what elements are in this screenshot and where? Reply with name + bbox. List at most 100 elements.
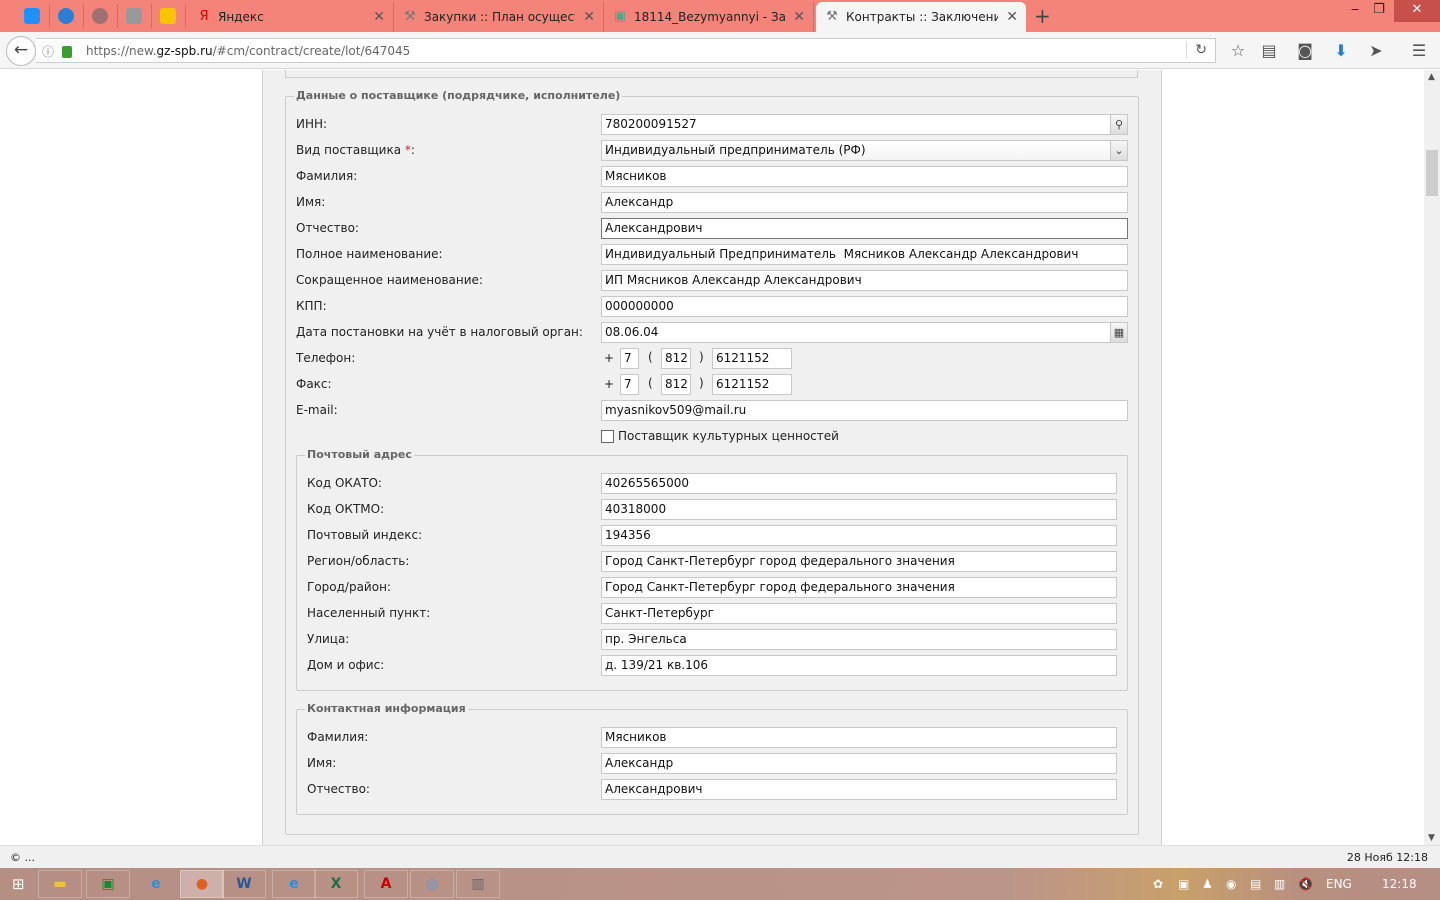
clock[interactable]: 12:18 — [1382, 877, 1417, 891]
postal-input[interactable]: 194356 — [601, 525, 1117, 546]
shortname-input[interactable]: ИП Мясников Александр Александрович — [601, 270, 1128, 291]
app-icon[interactable]: ◎ — [410, 870, 454, 898]
lastname-input[interactable]: Мясников — [601, 166, 1128, 187]
fax-code-input[interactable]: 812 — [661, 374, 691, 395]
download-icon[interactable]: ⬇ — [1330, 41, 1352, 60]
search-icon[interactable]: ⚲ — [1110, 115, 1127, 134]
send-icon[interactable]: ➤ — [1365, 41, 1387, 60]
menu-icon[interactable]: ☰ — [1408, 41, 1430, 60]
contact-legend: Контактная информация — [305, 702, 468, 715]
status-text: © ... — [10, 851, 35, 864]
tab-contracts[interactable]: ⚒ Контракты :: Заключени... ✕ — [816, 2, 1026, 32]
firstname-input[interactable]: Александр — [601, 192, 1128, 213]
firefox-icon[interactable]: ● — [180, 870, 224, 898]
phone-rparen: ) — [699, 350, 704, 364]
postal-input[interactable]: 40265565000 — [601, 473, 1117, 494]
patronymic-input[interactable]: Александрович — [601, 218, 1128, 239]
phone-number-input[interactable]: 6121152 — [712, 348, 792, 369]
ie-icon-2[interactable]: e — [272, 870, 316, 898]
postal-legend: Почтовый адрес — [305, 448, 414, 461]
close-tab-icon[interactable]: ✕ — [793, 9, 805, 25]
back-button[interactable]: ← — [6, 36, 36, 66]
fax-country-input[interactable]: 7 — [620, 374, 639, 395]
volume-muted-icon[interactable]: 🔇 — [1298, 877, 1313, 891]
scroll-down-icon[interactable]: ▼ — [1428, 833, 1435, 843]
phone-code-input[interactable]: 812 — [661, 348, 691, 369]
fax-number-input[interactable]: 6121152 — [712, 374, 792, 395]
cultural-checkbox[interactable] — [601, 430, 614, 443]
contact-label: Имя: — [307, 756, 337, 770]
pinned-tab-mail[interactable] — [14, 4, 50, 28]
kpp-label: КПП: — [296, 299, 327, 313]
pinned-tab-help[interactable] — [48, 4, 84, 28]
postal-input[interactable]: 40318000 — [601, 499, 1117, 520]
reading-list-icon[interactable]: ▤ — [1258, 41, 1280, 60]
close-tab-icon[interactable]: ✕ — [373, 9, 385, 25]
phone-lparen: ( — [648, 350, 653, 364]
url-text[interactable]: https://new.gz-spb.ru/#cm/contract/creat… — [86, 44, 410, 58]
tray-icon-2[interactable]: ▣ — [1178, 877, 1189, 891]
close-tab-icon[interactable]: ✕ — [1006, 9, 1018, 25]
envelope-icon — [159, 8, 176, 24]
kpp-input[interactable]: 000000000 — [601, 296, 1128, 317]
tray-icon-1[interactable]: ✿ — [1153, 877, 1163, 891]
tab-image[interactable]: ▣18114_Bezymyannyi - Зал...✕ — [604, 2, 814, 32]
cultural-label[interactable]: Поставщик культурных ценностей — [618, 426, 839, 447]
postal-label: Регион/область: — [307, 554, 410, 568]
chevron-down-icon[interactable]: ⌄ — [1110, 141, 1127, 160]
info-icon[interactable]: ⓘ — [42, 43, 54, 60]
postal-input[interactable]: Город Санкт-Петербург город федерального… — [601, 577, 1117, 598]
close-tab-icon[interactable]: ✕ — [583, 9, 595, 25]
reload-icon[interactable]: ↻ — [1186, 42, 1207, 58]
pinned-tab-yandex-mail[interactable] — [150, 4, 186, 28]
close-window-button[interactable]: ✕ — [1394, 0, 1440, 22]
scroll-up-icon[interactable]: ▲ — [1428, 72, 1435, 82]
contact-input[interactable]: Александрович — [601, 779, 1117, 800]
taskbar: ⊞ ▬ ▣ e ● W e X A ◎ ▥ ✿ ▣ ♟ ◉ ▤ ▥ 🔇 ENG … — [0, 868, 1440, 900]
hammer-icon: ⚒ — [404, 9, 416, 24]
postal-input[interactable]: пр. Энгельса — [601, 629, 1117, 650]
contact-input[interactable]: Мясников — [601, 727, 1117, 748]
postal-label: Улица: — [307, 632, 350, 646]
tray-icon-5[interactable]: ▤ — [1250, 877, 1261, 891]
spreadsheet-app-icon[interactable]: ▣ — [86, 870, 130, 898]
email-input[interactable]: myasnikov509@mail.ru — [601, 400, 1128, 421]
page-content: Данные о поставщике (подрядчике, исполни… — [0, 70, 1424, 845]
phone-country-input[interactable]: 7 — [620, 348, 639, 369]
network-icon[interactable]: ▥ — [1274, 877, 1285, 891]
calendar-icon[interactable]: ▦ — [1110, 323, 1127, 342]
language-indicator[interactable]: ENG — [1326, 877, 1352, 891]
explorer-icon[interactable]: ▬ — [38, 870, 82, 898]
phone-label: Телефон: — [296, 351, 356, 365]
pinned-tab-hammer[interactable] — [116, 4, 152, 28]
supplier-type-select[interactable]: Индивидуальный предприниматель (РФ) ⌄ — [601, 140, 1128, 161]
tray-icon-3[interactable]: ♟ — [1202, 877, 1213, 891]
windows-start-icon[interactable]: ⊞ — [12, 875, 25, 893]
acrobat-icon[interactable]: A — [364, 870, 408, 898]
pocket-icon[interactable]: ◙ — [1294, 41, 1316, 60]
postal-input[interactable]: Санкт-Петербург — [601, 603, 1117, 624]
address-bar[interactable]: ⓘ https://new.gz-spb.ru/#cm/contract/cre… — [36, 38, 1216, 63]
network-app-icon[interactable]: ▥ — [456, 870, 500, 898]
bookmark-star-icon[interactable]: ☆ — [1227, 41, 1249, 60]
status-bar: © ... 28 Нояб 12:18 — [0, 845, 1440, 868]
postal-label: Почтовый индекс: — [307, 528, 423, 542]
tab-yandex[interactable]: Я Яндекс ✕ — [188, 2, 394, 32]
postal-input[interactable]: д. 139/21 кв.106 — [601, 655, 1117, 676]
taxdate-input[interactable]: 08.06.04 ▦ — [601, 322, 1128, 343]
pinned-tab-globe[interactable] — [82, 4, 118, 28]
tray-icon-4[interactable]: ◉ — [1226, 877, 1236, 891]
ie-icon[interactable]: e — [134, 870, 178, 898]
scrollbar-thumb[interactable] — [1426, 150, 1438, 196]
inn-input[interactable]: 780200091527 ⚲ — [601, 114, 1128, 135]
contact-input[interactable]: Александр — [601, 753, 1117, 774]
fullname-input[interactable]: Индивидуальный Предприниматель Мясников … — [601, 244, 1128, 265]
tab-zakupki[interactable]: ⚒Закупки :: План осущест...✕ — [394, 2, 604, 32]
word-icon[interactable]: W — [222, 870, 266, 898]
postal-input[interactable]: Город Санкт-Петербург город федерального… — [601, 551, 1117, 572]
lock-icon — [62, 46, 72, 58]
excel-icon[interactable]: X — [314, 870, 358, 898]
postal-label: Код ОКАТО: — [307, 476, 382, 490]
new-tab-button[interactable]: + — [1034, 4, 1051, 28]
patronymic-label: Отчество: — [296, 221, 359, 235]
